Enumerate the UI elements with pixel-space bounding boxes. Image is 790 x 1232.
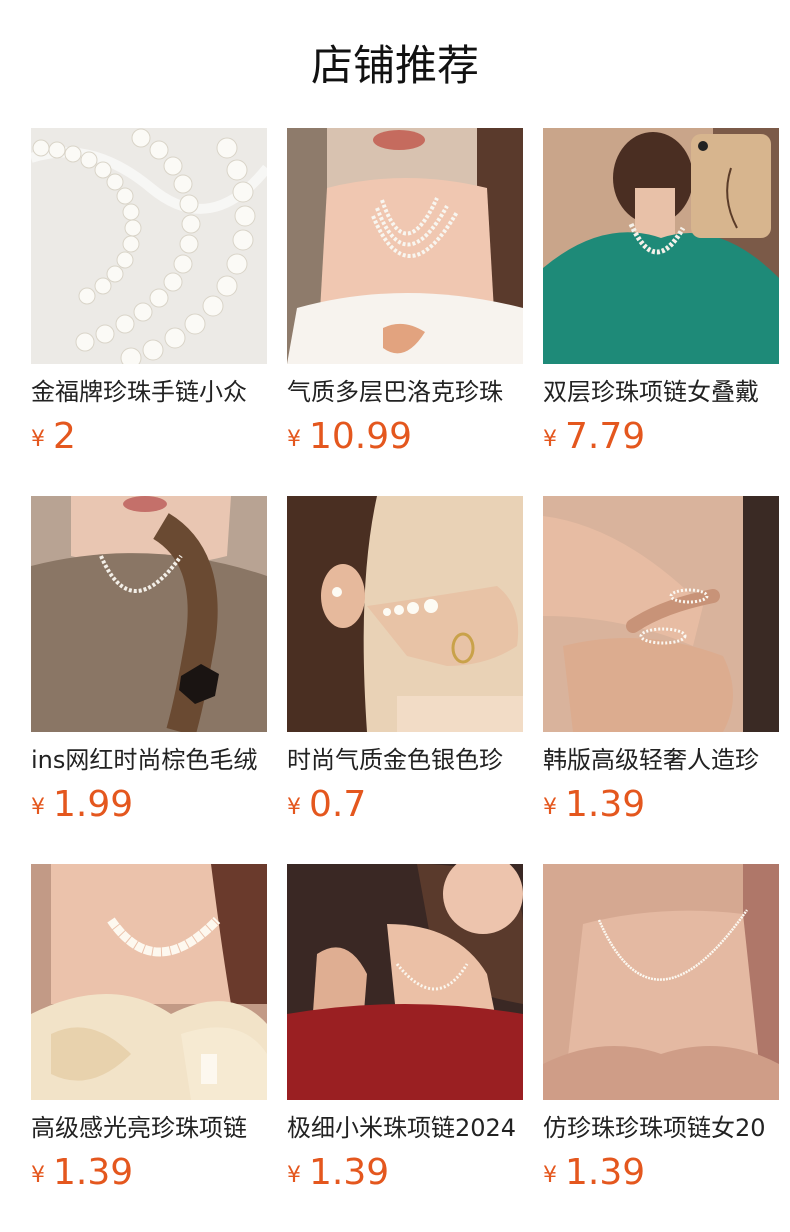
- product-card[interactable]: 气质多层巴洛克珍珠 ¥10.99: [287, 128, 523, 468]
- price-value: 1.39: [565, 784, 646, 825]
- currency-symbol: ¥: [31, 1163, 45, 1188]
- price-value: 0.7: [309, 784, 367, 825]
- price-value: 1.99: [53, 784, 134, 825]
- product-image[interactable]: [543, 128, 779, 364]
- product-name[interactable]: ins网红时尚棕色毛绒: [31, 742, 267, 778]
- price-value: 7.79: [565, 416, 646, 457]
- currency-symbol: ¥: [31, 795, 45, 820]
- currency-symbol: ¥: [543, 427, 557, 452]
- product-card[interactable]: 金福牌珍珠手链小众 ¥2: [31, 128, 267, 468]
- product-name[interactable]: 气质多层巴洛克珍珠: [287, 374, 523, 410]
- currency-symbol: ¥: [287, 795, 301, 820]
- product-name[interactable]: 仿珍珠珍珠项链女20: [543, 1110, 779, 1146]
- product-image[interactable]: [287, 864, 523, 1100]
- product-image[interactable]: [543, 496, 779, 732]
- product-price: ¥1.39: [287, 1150, 389, 1196]
- product-image[interactable]: [31, 496, 267, 732]
- product-name[interactable]: 金福牌珍珠手链小众: [31, 374, 267, 410]
- product-card[interactable]: 仿珍珠珍珠项链女20 ¥1.39: [543, 864, 779, 1204]
- currency-symbol: ¥: [31, 427, 45, 452]
- product-card[interactable]: 极细小米珠项链2024 ¥1.39: [287, 864, 523, 1204]
- product-price: ¥1.99: [31, 782, 133, 828]
- product-card[interactable]: 时尚气质金色银色珍 ¥0.7: [287, 496, 523, 836]
- currency-symbol: ¥: [543, 795, 557, 820]
- product-image[interactable]: [543, 864, 779, 1100]
- product-price: ¥1.39: [543, 1150, 645, 1196]
- product-card[interactable]: ins网红时尚棕色毛绒 ¥1.99: [31, 496, 267, 836]
- product-image[interactable]: [287, 128, 523, 364]
- product-name[interactable]: 极细小米珠项链2024: [287, 1110, 523, 1146]
- product-image[interactable]: [287, 496, 523, 732]
- product-card[interactable]: 韩版高级轻奢人造珍 ¥1.39: [543, 496, 779, 836]
- currency-symbol: ¥: [287, 427, 301, 452]
- product-price: ¥1.39: [31, 1150, 133, 1196]
- product-price: ¥2: [31, 414, 76, 460]
- price-value: 10.99: [309, 416, 413, 457]
- product-image[interactable]: [31, 864, 267, 1100]
- currency-symbol: ¥: [287, 1163, 301, 1188]
- price-value: 1.39: [309, 1152, 390, 1193]
- product-image[interactable]: [31, 128, 267, 364]
- product-price: ¥10.99: [287, 414, 412, 460]
- product-name[interactable]: 时尚气质金色银色珍: [287, 742, 523, 778]
- product-name[interactable]: 韩版高级轻奢人造珍: [543, 742, 779, 778]
- section-title: 店铺推荐: [310, 41, 479, 90]
- product-price: ¥7.79: [543, 414, 645, 460]
- product-name[interactable]: 高级感光亮珍珠项链: [31, 1110, 267, 1146]
- product-price: ¥0.7: [287, 782, 366, 828]
- product-name[interactable]: 双层珍珠项链女叠戴: [543, 374, 779, 410]
- product-price: ¥1.39: [543, 782, 645, 828]
- currency-symbol: ¥: [543, 1163, 557, 1188]
- price-value: 1.39: [565, 1152, 646, 1193]
- price-value: 1.39: [53, 1152, 134, 1193]
- product-card[interactable]: 高级感光亮珍珠项链 ¥1.39: [31, 864, 267, 1204]
- price-value: 2: [53, 416, 76, 457]
- product-card[interactable]: 双层珍珠项链女叠戴 ¥7.79: [543, 128, 779, 468]
